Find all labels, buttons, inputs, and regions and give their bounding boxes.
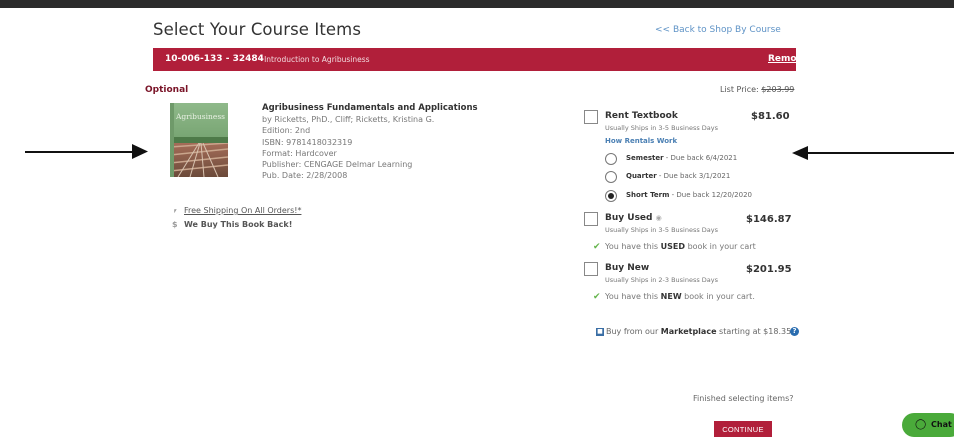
chat-button[interactable]: ◯ Chat [902,413,954,437]
rental-term-label-semester: Semester - Due back 6/4/2021 [626,154,737,162]
buy-new-title: Buy New [605,263,650,273]
rental-term-label-short-term: Short Term - Due back 12/20/2020 [626,191,752,199]
cart-msg-post: book in your cart. [681,292,755,301]
list-price-value: $203.99 [761,85,795,94]
rent-textbook-checkbox[interactable] [584,110,598,124]
rental-term-label-quarter: Quarter - Due back 3/1/2021 [626,172,730,180]
info-icon[interactable]: ◉ [656,214,662,222]
rent-textbook-title: Rent Textbook [605,111,678,121]
rental-term-radio-quarter[interactable] [605,171,617,183]
remove-course-link[interactable]: Remove [768,54,809,64]
buy-new-shipping: Usually Ships in 2-3 Business Days [605,276,719,284]
buy-new-price: $201.95 [746,264,792,275]
checkmark-icon: ✔ [593,292,601,302]
book-cover-image: Agribusiness [169,103,229,178]
buyback-text: We Buy This Book Back! [184,220,293,229]
rental-term-radio-semester[interactable] [605,153,617,165]
optional-label: Optional [145,85,189,95]
finished-prompt: Finished selecting items? [693,394,794,403]
book-edition: Edition: 2nd [262,126,311,136]
continue-button[interactable]: CONTINUE [714,421,772,437]
cart-msg-post: book in your cart [685,242,756,251]
checkmark-icon: ✔ [593,242,601,252]
book-cover-title: Agribusiness [175,112,226,121]
truck-icon: ⎖ [172,206,179,215]
rental-term-radio-short-term[interactable] [605,190,617,202]
new-in-cart-message: You have this NEW book in your cart. [605,292,755,301]
marketplace-icon[interactable]: ■ [596,328,604,336]
rent-textbook-shipping: Usually Ships in 3-5 Business Days [605,124,719,132]
free-shipping-row[interactable]: ⎖ Free Shipping On All Orders!* [172,206,301,216]
buy-used-title-text: Buy Used [605,213,653,223]
buy-used-title: Buy Used ◉ [605,213,662,223]
buy-used-checkbox[interactable] [584,212,598,226]
money-icon: $ [172,220,178,229]
book-format: Format: Hardcover [262,148,337,158]
help-icon[interactable]: ? [790,327,799,336]
how-rentals-work-link[interactable]: How Rentals Work [605,137,677,145]
free-shipping-link[interactable]: Free Shipping On All Orders!* [184,206,301,215]
used-in-cart-message: You have this USED book in your cart [605,242,756,251]
back-to-shop-link[interactable]: << Back to Shop By Course [655,25,781,35]
rental-term-due: - Due back 12/20/2020 [671,191,752,199]
course-name: - Introduction to Agribusiness [259,55,370,64]
book-details: Agribusiness Fundamentals and Applicatio… [262,103,478,181]
book-isbn: ISBN: 9781418032319 [262,137,353,147]
rental-term-name: Quarter [626,172,657,180]
buy-used-price: $146.87 [746,214,792,225]
book-title: Agribusiness Fundamentals and Applicatio… [262,103,478,113]
rental-term-due: - Due back 6/4/2021 [665,154,738,162]
cart-msg-pre: You have this [605,242,661,251]
list-price: List Price: $203.99 [720,85,794,94]
cart-msg-pre: You have this [605,292,661,301]
buy-new-checkbox[interactable] [584,262,598,276]
page-title: Select Your Course Items [153,20,362,39]
rental-term-name: Semester [626,154,664,162]
marketplace-pre: Buy from our [606,327,661,336]
rental-term-due: - Due back 3/1/2021 [658,172,731,180]
list-price-label: List Price: [720,85,759,94]
left-annotation-arrow [25,151,137,153]
top-bar [0,0,954,8]
chat-label: Chat [931,420,952,429]
course-header-bar: 10-006-133 - 32484 - Introduction to Agr… [153,48,809,71]
cart-msg-bold: USED [660,242,686,251]
chat-bubble-icon: ◯ [915,419,927,430]
book-pub-date: Pub. Date: 2/28/2008 [262,171,348,181]
book-publisher: Publisher: CENGAGE Delmar Learning [262,160,413,170]
buy-used-shipping: Usually Ships in 3-5 Business Days [605,226,719,234]
book-authors: by Ricketts, PhD., Cliff; Ricketts, Kris… [262,115,435,125]
left-arrow-head-icon [132,144,148,159]
buyback-row: $ We Buy This Book Back! [172,220,292,229]
cart-msg-bold: NEW [660,292,682,301]
marketplace-post: starting at $18.35 [716,327,792,336]
marketplace-link[interactable]: Buy from our Marketplace starting at $18… [606,327,791,336]
rent-textbook-price: $81.60 [751,111,790,122]
course-code: 10-006-133 - 32484 [165,54,264,64]
marketplace-bold: Marketplace [660,327,717,336]
right-annotation-arrow [806,152,954,154]
rental-term-name: Short Term [626,191,670,199]
